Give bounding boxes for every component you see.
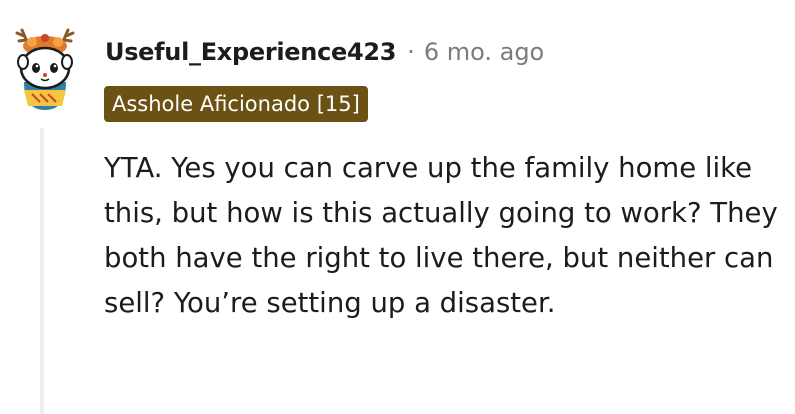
comment-timestamp[interactable]: 6 mo. ago — [424, 38, 544, 66]
meta-separator: · — [407, 38, 415, 66]
comment: Useful_Experience423 · 6 mo. ago Asshole… — [0, 0, 795, 414]
snoo-avatar-icon — [15, 28, 75, 110]
username-link[interactable]: Useful_Experience423 — [105, 38, 396, 66]
thread-line[interactable] — [40, 128, 44, 414]
comment-body: YTA. Yes you can carve up the family hom… — [104, 152, 778, 319]
user-flair-badge: Asshole Aficionado [15] — [104, 86, 368, 122]
comment-header: Useful_Experience423 · 6 mo. ago — [105, 32, 544, 72]
avatar[interactable] — [10, 22, 80, 110]
